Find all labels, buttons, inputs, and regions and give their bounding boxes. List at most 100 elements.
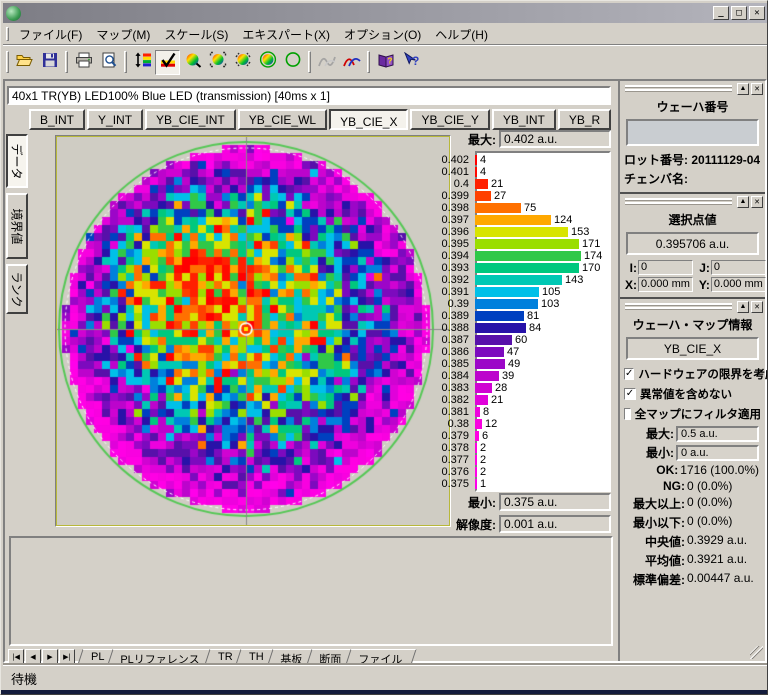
close-button[interactable]: ✕ <box>749 6 765 20</box>
stat-label: 最小以下: <box>633 516 685 530</box>
histogram-bin-value: 0.389 <box>441 310 469 322</box>
map-tab-b_int[interactable]: B_INT <box>29 109 86 130</box>
histogram-bin-count: 171 <box>582 238 601 250</box>
panel-grip[interactable] <box>625 198 732 205</box>
open-button[interactable] <box>12 50 37 75</box>
checkbox-checked[interactable]: ✓ <box>624 388 636 400</box>
menu-item-1[interactable]: マップ(M) <box>89 24 157 45</box>
panel-close-button[interactable]: ✕ <box>751 300 763 313</box>
toolbar-group-0 <box>3 46 62 78</box>
filter-min-field[interactable]: 0 a.u. <box>676 444 759 461</box>
menu-item-3[interactable]: エキスパート(X) <box>235 24 337 45</box>
sheet-tab-label: PL <box>91 651 105 663</box>
histogram-bin-value: 0.393 <box>441 262 469 274</box>
minimize-button[interactable]: _ <box>713 6 729 20</box>
panel-close-button[interactable]: ✕ <box>751 82 763 95</box>
panel-collapse-button[interactable]: ▲ <box>737 300 749 313</box>
side-tab-label: 境界値 <box>9 207 24 245</box>
map-tab-yb_r[interactable]: YB_R <box>557 109 612 130</box>
wafer-map-canvas[interactable] <box>57 137 449 525</box>
coord-x-field[interactable]: 0.000 mm <box>638 277 693 292</box>
menu-item-0[interactable]: ファイル(F) <box>12 24 89 45</box>
scale-button[interactable] <box>130 50 155 75</box>
map-select-button[interactable] <box>205 50 230 75</box>
menu-item-2[interactable]: スケール(S) <box>157 24 235 45</box>
palette-check-button[interactable] <box>155 49 180 75</box>
menu-item-5[interactable]: ヘルプ(H) <box>428 24 495 45</box>
map-color-button[interactable] <box>255 50 280 75</box>
status-text: 待機 <box>11 672 38 687</box>
menu-item-4[interactable]: オプション(O) <box>337 24 428 45</box>
panel-header[interactable]: ▲ ✕ <box>620 194 765 209</box>
help-context-button[interactable]: ? <box>398 50 423 75</box>
print-preview-button[interactable] <box>96 50 121 75</box>
histogram-bin: 0.398 75 <box>439 202 611 214</box>
wafer-map-area[interactable] <box>56 136 450 526</box>
toolbar-grip[interactable] <box>124 51 127 73</box>
histogram-bin-bar <box>475 287 539 297</box>
curve-fit-button[interactable] <box>339 50 364 75</box>
panel-close-button[interactable]: ✕ <box>751 195 763 208</box>
toolbar-group-1 <box>62 46 121 78</box>
checkbox-unchecked[interactable] <box>624 408 631 420</box>
histogram-bin: 0.399 27 <box>439 190 611 202</box>
print-button[interactable] <box>71 50 96 75</box>
histogram-bin-count: 174 <box>584 250 603 262</box>
title-bar[interactable]: _ □ ✕ <box>3 3 767 23</box>
histogram-bin: 0.383 28 <box>439 382 611 394</box>
histogram-min-field[interactable]: 0.375 a.u. <box>499 493 611 511</box>
side-tab-1[interactable]: 境界値 <box>6 193 28 259</box>
coord-j-field[interactable]: 0 <box>710 260 766 275</box>
panel-header[interactable]: ▲ ✕ <box>620 81 765 96</box>
histogram-bin-count: 47 <box>507 346 520 358</box>
histogram-max-field[interactable]: 0.402 a.u. <box>499 130 611 148</box>
menu-grip[interactable] <box>6 27 9 41</box>
sheet-nav-0[interactable]: |◀ <box>8 649 24 665</box>
sheet-nav-3[interactable]: ▶| <box>59 649 75 665</box>
map-zoom-button[interactable] <box>180 50 205 75</box>
panel-collapse-button[interactable]: ▲ <box>737 82 749 95</box>
histogram-bin-count: 75 <box>524 202 537 214</box>
checkbox-checked[interactable]: ✓ <box>624 368 635 380</box>
help-book-button[interactable]: ? <box>373 50 398 75</box>
print-icon <box>75 52 93 73</box>
coord-i-field[interactable]: 0 <box>638 260 693 275</box>
sheet-nav-2[interactable]: ▶ <box>42 649 58 665</box>
map-tab-yb_cie_y[interactable]: YB_CIE_Y <box>410 109 490 130</box>
sheet-tab-6[interactable]: ファイル <box>345 649 417 666</box>
filter-max-field[interactable]: 0.5 a.u. <box>676 425 759 442</box>
app-window: _ □ ✕ ファイル(F) マップ(M) スケール(S) エキスパート(X) オプション… <box>0 0 768 695</box>
toolbar-grip[interactable] <box>367 51 370 73</box>
toolbar-grip[interactable] <box>65 51 68 73</box>
coord-y-field[interactable]: 0.000 mm <box>710 277 766 292</box>
panel-grip[interactable] <box>625 85 732 92</box>
panel-collapse-button[interactable]: ▲ <box>737 195 749 208</box>
panel-header[interactable]: ▲ ✕ <box>620 299 765 314</box>
svg-text:?: ? <box>412 54 419 68</box>
histogram-resolution-field[interactable]: 0.001 a.u. <box>499 515 611 533</box>
map-tab-yb_cie_wl[interactable]: YB_CIE_WL <box>237 109 328 130</box>
resize-grip[interactable] <box>750 646 763 659</box>
sheet-nav-1[interactable]: ◀ <box>25 649 41 665</box>
histogram-bin-count: 12 <box>485 418 498 430</box>
maximize-button[interactable]: □ <box>731 6 747 20</box>
side-tab-2[interactable]: ランク <box>6 264 28 314</box>
histogram-bin-bar <box>475 347 504 357</box>
side-tab-0[interactable]: データ <box>6 134 28 188</box>
map-outline-button[interactable] <box>280 50 305 75</box>
map-tab-yb_cie_x[interactable]: YB_CIE_X <box>329 109 409 130</box>
map-tab-yb_int[interactable]: YB_INT <box>491 109 556 130</box>
sheet-tab-1[interactable]: PLリファレンス <box>107 649 215 666</box>
histogram-bin: 0.381 8 <box>439 406 611 418</box>
toolbar-grip[interactable] <box>6 51 9 73</box>
stat-value: 0.3929 a.u. <box>687 533 748 547</box>
toolbar: ?? <box>3 46 767 78</box>
save-button[interactable] <box>37 50 62 75</box>
toolbar-grip[interactable] <box>308 51 311 73</box>
map-tab-yb_cie_int[interactable]: YB_CIE_INT <box>145 109 236 130</box>
measurement-field[interactable]: 40x1 TR(YB) LED100% Blue LED (transmissi… <box>7 86 611 105</box>
map-tab-y_int[interactable]: Y_INT <box>87 109 144 130</box>
map-select-2-button[interactable] <box>230 50 255 75</box>
panel-grip[interactable] <box>625 303 732 310</box>
histogram-max-row: 最大: 0.402 a.u. <box>405 130 611 148</box>
